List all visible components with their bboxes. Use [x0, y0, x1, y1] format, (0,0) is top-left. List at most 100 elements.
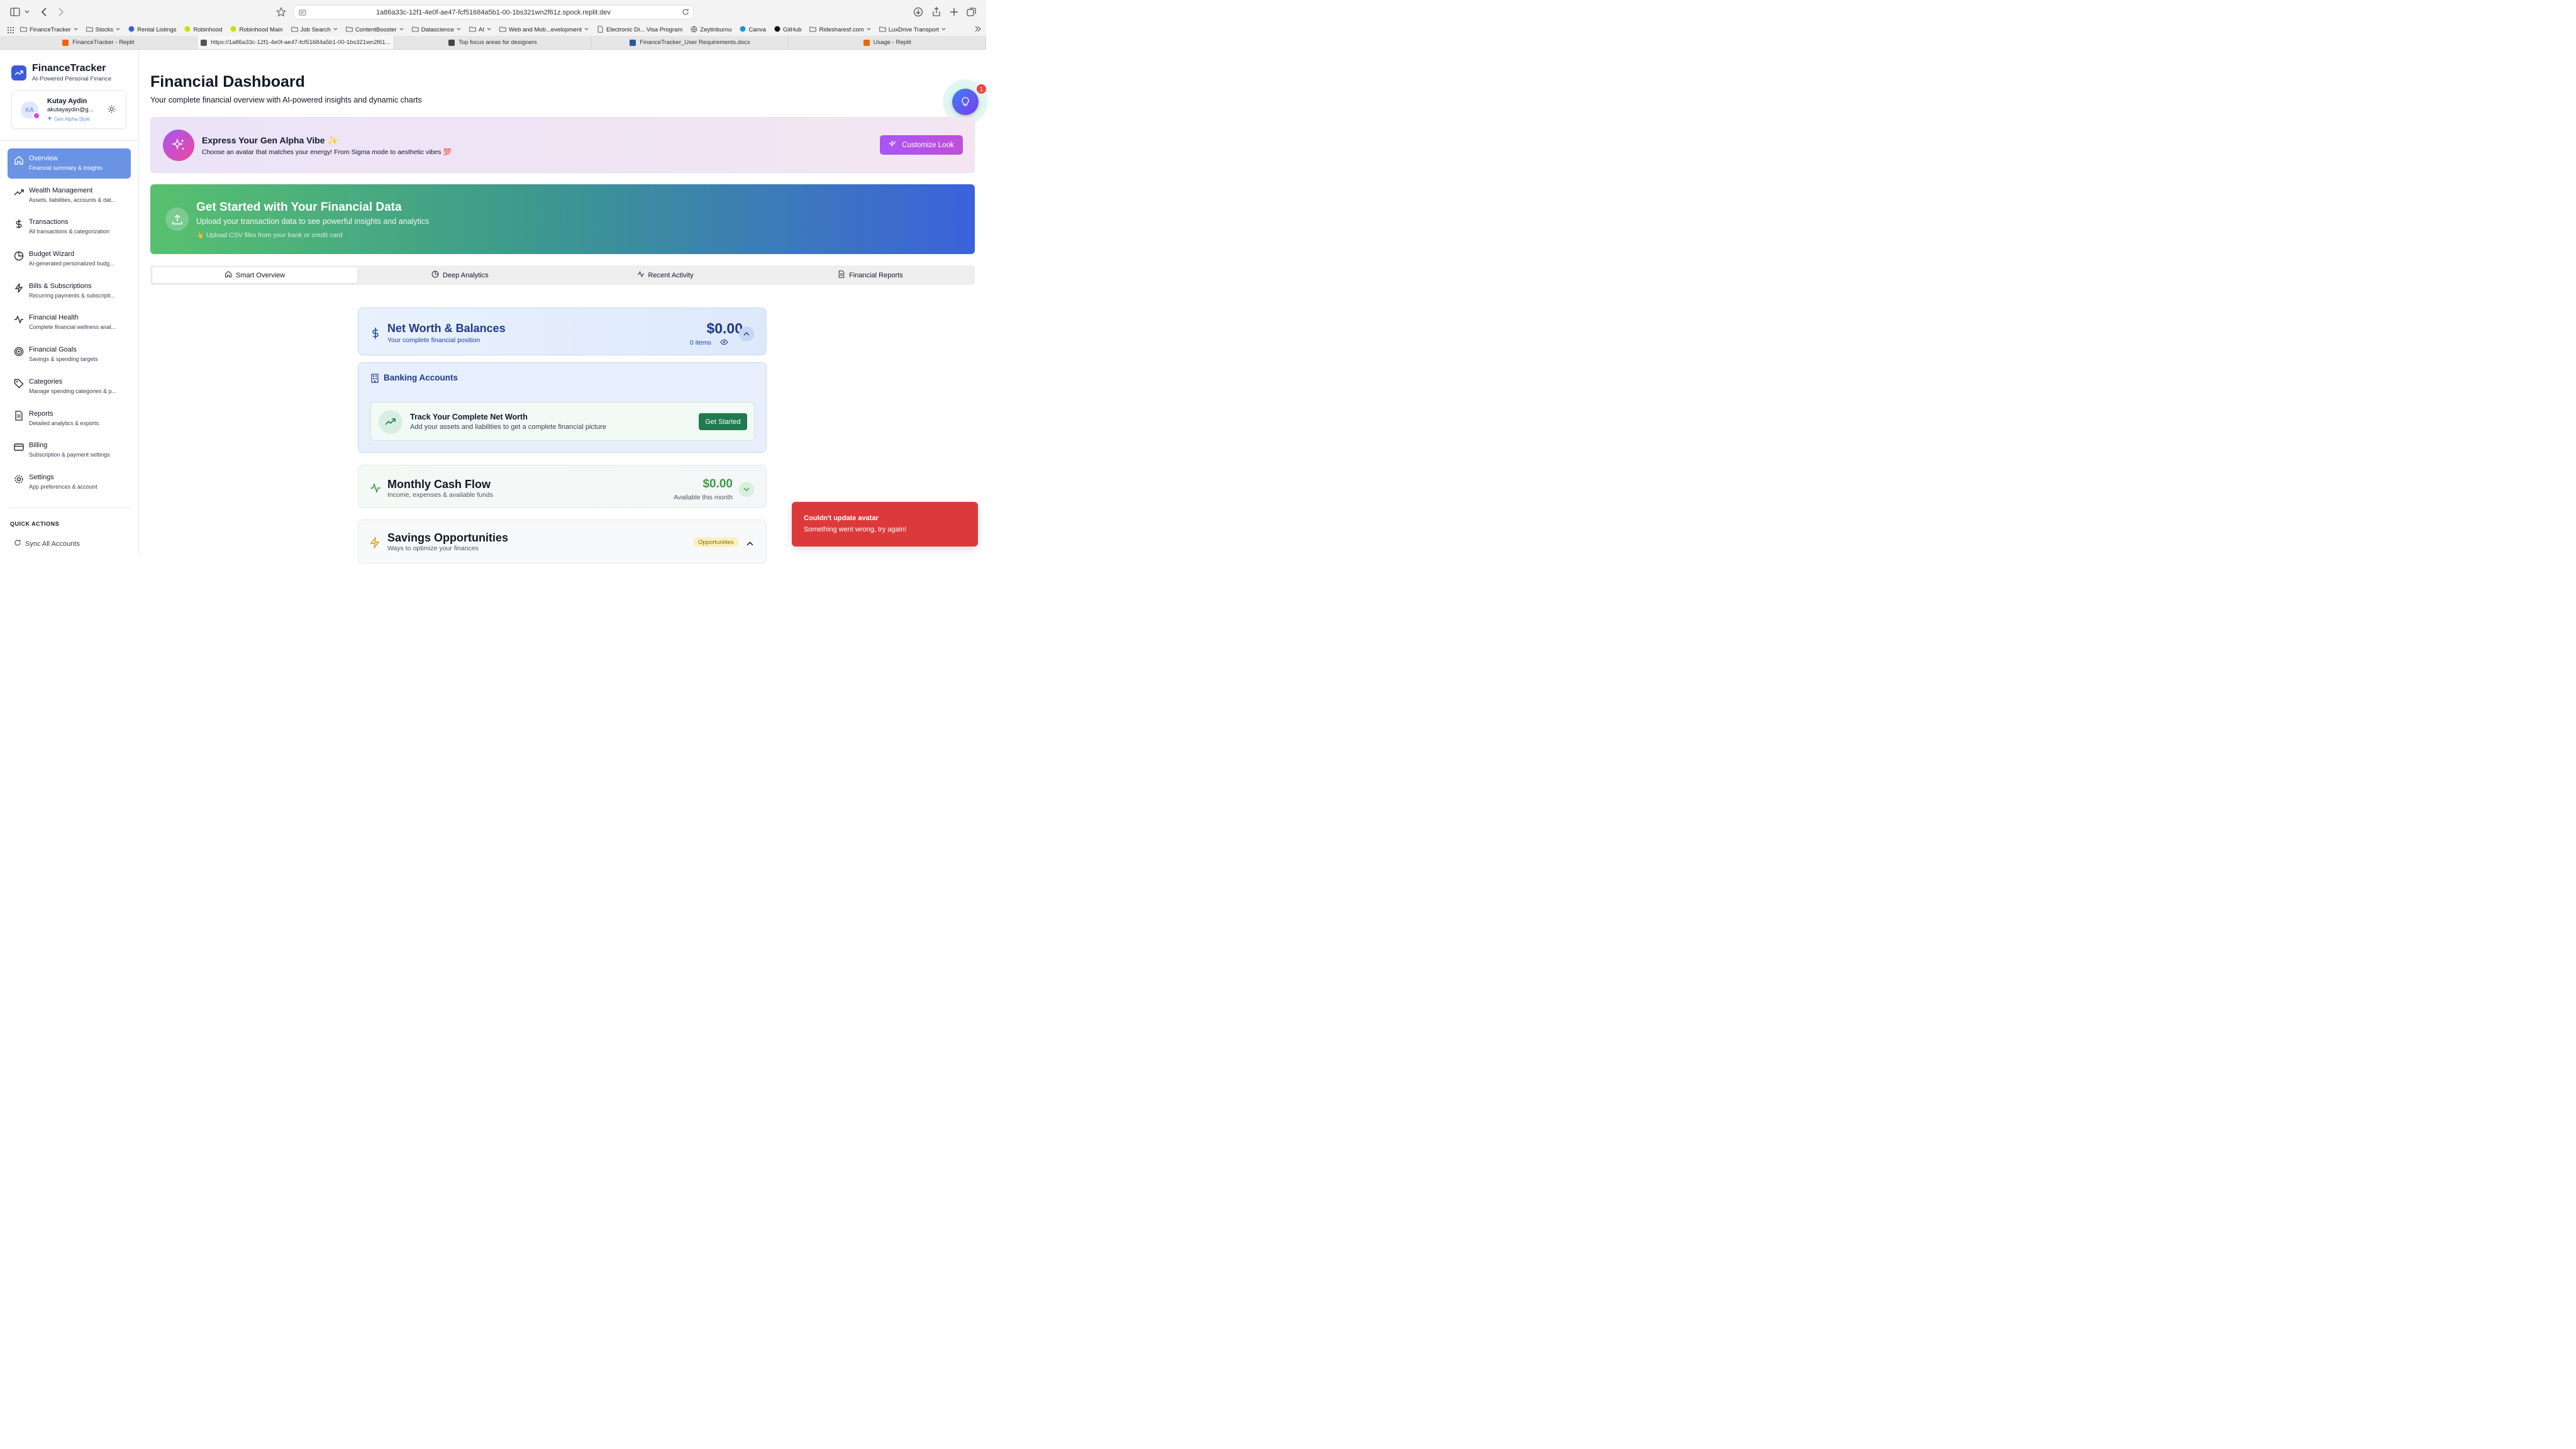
- bookmark-item[interactable]: GitHub: [774, 26, 801, 34]
- sidebar-item-description: Recurring payments & subscripti...: [29, 292, 116, 299]
- pie-chart-icon: [431, 270, 439, 280]
- browser-tab[interactable]: Usage - Replit: [789, 36, 986, 49]
- browser-tab[interactable]: https://1a86a33c-12f1-4e0f-ae47-fcf51684…: [197, 36, 395, 49]
- sidebar-item-settings[interactable]: Settings App preferences & account: [8, 467, 131, 497]
- sync-all-accounts-button[interactable]: Sync All Accounts: [14, 539, 80, 548]
- chevron-down-icon: [867, 28, 871, 32]
- bookmark-item[interactable]: Electronic Di... Visa Program: [597, 25, 682, 35]
- sidebar-item-overview[interactable]: Overview Financial summary & insights: [8, 148, 131, 179]
- customize-look-button[interactable]: Customize Look: [880, 135, 963, 155]
- share-icon[interactable]: [930, 6, 943, 18]
- browser-tab[interactable]: Top focus areas for designers: [394, 36, 592, 49]
- forward-icon[interactable]: [55, 6, 67, 18]
- apps-grid-icon[interactable]: [8, 26, 14, 33]
- home-icon: [14, 155, 24, 165]
- get-started-banner[interactable]: Get Started with Your Financial Data Upl…: [150, 184, 975, 254]
- tab-deep-analytics[interactable]: Deep Analytics: [357, 267, 562, 283]
- error-toast[interactable]: Couldn't update avatar Something went wr…: [792, 502, 978, 547]
- user-card[interactable]: KA Kutay Aydin akutayaydin@g... Gen Alph…: [11, 90, 126, 129]
- banking-accounts-card: Banking Accounts Track Your Complete Net…: [358, 362, 767, 453]
- eye-icon[interactable]: [720, 339, 728, 347]
- site-settings-icon[interactable]: [299, 9, 306, 18]
- browser-tab[interactable]: FinanceTracker_User Requirements.docx: [592, 36, 789, 49]
- bookmark-item[interactable]: Robinhood: [184, 26, 222, 34]
- bookmark-item[interactable]: Robinhood Main: [230, 26, 283, 34]
- sparkles-icon: [163, 130, 194, 161]
- bookmark-item[interactable]: Ridesharesf.com: [809, 26, 871, 35]
- page-subtitle: Your complete financial overview with AI…: [150, 96, 422, 104]
- bookmark-item[interactable]: Zeytinburnu: [691, 26, 731, 35]
- sidebar-item-bills-subscriptions[interactable]: Bills & Subscriptions Recurring payments …: [8, 276, 131, 306]
- sidebar-item-financial-health[interactable]: Financial Health Complete financial welln…: [8, 308, 131, 338]
- sidebar-item-categories[interactable]: Categories Manage spending categories & p…: [8, 372, 131, 402]
- chevron-up-icon: [743, 330, 750, 338]
- folder-icon: [879, 26, 886, 35]
- document-icon: [597, 25, 604, 35]
- tab-overview-icon[interactable]: [965, 6, 978, 18]
- theme-toggle-icon[interactable]: [108, 105, 116, 115]
- chevron-up-icon[interactable]: [747, 540, 753, 548]
- net-worth-subtitle: Your complete financial position: [387, 336, 480, 344]
- folder-icon: [469, 26, 476, 35]
- bookmark-item[interactable]: FinanceTracker: [20, 26, 78, 35]
- bookmark-item[interactable]: Job Search: [291, 26, 338, 35]
- upload-icon[interactable]: [165, 208, 189, 231]
- tab-financial-reports[interactable]: Financial Reports: [768, 267, 973, 283]
- tag-icon: [14, 379, 24, 389]
- tab-label: Top focus areas for designers: [458, 39, 537, 46]
- bookmark-item[interactable]: Canva: [740, 26, 766, 34]
- sidebar-item-wealth-management[interactable]: Wealth Management Assets, liabilities, ac…: [8, 180, 131, 211]
- tab-recent-activity[interactable]: Recent Activity: [563, 267, 768, 283]
- bookmark-item[interactable]: LuxDrive Transport: [879, 26, 946, 35]
- collapse-button[interactable]: [739, 326, 754, 341]
- bookmark-label: Stocks: [95, 26, 114, 33]
- bookmark-label: Zeytinburnu: [700, 26, 732, 33]
- sidebar-item-transactions[interactable]: Transactions All transactions & categoriz…: [8, 212, 131, 242]
- star-icon[interactable]: [275, 6, 287, 18]
- browser-tab[interactable]: FinanceTracker - Replit: [0, 36, 197, 49]
- downloads-icon[interactable]: [912, 6, 924, 18]
- folder-icon: [291, 26, 298, 35]
- sidebar-item-reports[interactable]: Reports Detailed analytics & exports: [8, 404, 131, 434]
- folder-icon: [20, 26, 27, 35]
- sidebar-item-label: Transactions: [29, 218, 69, 226]
- sidebar-item-budget-wizard[interactable]: Budget Wizard AI-generated personalized b…: [8, 244, 131, 274]
- get-started-button[interactable]: Get Started: [699, 413, 747, 430]
- sidebar-item-description: Savings & spending targets: [29, 356, 98, 363]
- sidebar-toggle-icon[interactable]: [9, 6, 21, 18]
- brand-logo-icon: [11, 65, 26, 80]
- bookmarks-overflow-icon[interactable]: [975, 26, 981, 34]
- bookmark-item[interactable]: ContentBooster: [345, 26, 404, 35]
- sidebar-item-description: Complete financial wellness anal...: [29, 324, 116, 331]
- expand-button[interactable]: [739, 482, 754, 497]
- bookmark-item[interactable]: Datascience: [411, 26, 461, 35]
- sidebar-item-financial-goals[interactable]: Financial Goals Savings & spending target…: [8, 340, 131, 370]
- browser-toolbar: 1a86a33c-12f1-4e0f-ae47-fcf51684a5b1-00-…: [0, 0, 986, 24]
- bookmark-label: FinanceTracker: [30, 26, 71, 33]
- bookmark-item[interactable]: Rental Listings: [128, 26, 176, 34]
- bookmark-item[interactable]: AI: [469, 26, 491, 35]
- folder-icon: [411, 26, 419, 35]
- reload-icon[interactable]: [682, 8, 689, 18]
- cash-flow-value-label: Available this month: [674, 494, 733, 501]
- folder-icon: [86, 26, 93, 35]
- savings-opportunities-card[interactable]: Savings Opportunities Ways to optimize y…: [358, 519, 767, 564]
- bookmark-item[interactable]: Stocks: [86, 26, 121, 35]
- brand[interactable]: FinanceTracker AI-Powered Personal Finan…: [11, 63, 111, 82]
- get-started-title: Get Started with Your Financial Data: [196, 201, 402, 214]
- tab-smart-overview[interactable]: Smart Overview: [152, 267, 358, 283]
- notification-badge: 1: [977, 84, 986, 94]
- tab-favicon-icon: [863, 39, 870, 46]
- tab-favicon-icon: [448, 39, 455, 46]
- chevron-down-icon[interactable]: [23, 6, 31, 18]
- monthly-cash-flow-card[interactable]: Monthly Cash Flow Income, expenses & ava…: [358, 465, 767, 508]
- bookmark-list: FinanceTracker Stocks Rental Listings Robin…: [20, 25, 954, 35]
- get-started-subtitle: Upload your transaction data to see powe…: [196, 217, 430, 226]
- sidebar-item-billing[interactable]: Billing Subscription & payment settings: [8, 435, 131, 465]
- net-worth-card[interactable]: Net Worth & Balances Your complete finan…: [358, 308, 767, 355]
- address-bar[interactable]: 1a86a33c-12f1-4e0f-ae47-fcf51684a5b1-00-…: [293, 5, 694, 19]
- lightbulb-icon: [952, 89, 979, 115]
- back-icon[interactable]: [38, 6, 50, 18]
- bookmark-item[interactable]: Web and Mob...evelopment: [499, 26, 589, 35]
- new-tab-icon[interactable]: [948, 6, 960, 18]
